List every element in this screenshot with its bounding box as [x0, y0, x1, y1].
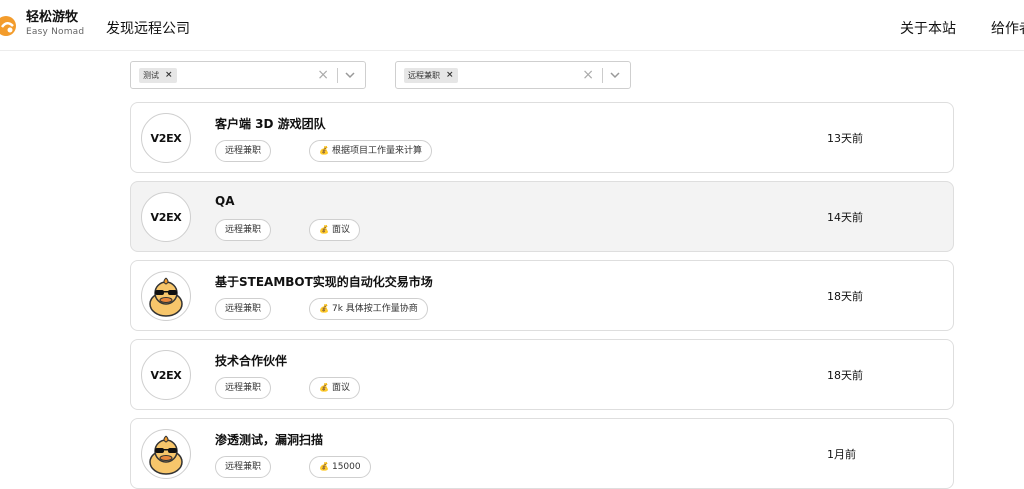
nav-discover-companies[interactable]: 发现远程公司: [106, 18, 190, 38]
clear-icon[interactable]: ×: [582, 67, 594, 83]
filter-chip: 远程兼职 ×: [404, 68, 458, 83]
salary-text: 7k 具体按工作量协商: [331, 304, 418, 314]
posted-time: 18天前: [827, 290, 863, 303]
job-card[interactable]: 基于STEAMBOT实现的自动化交易市场 远程兼职 💰 7k 具体按工作量协商 1…: [130, 260, 954, 331]
salary-text: 面议: [331, 225, 350, 235]
money-bag-icon: 💰: [319, 225, 329, 234]
brand-title: 轻松游牧: [26, 10, 79, 25]
salary-text: 15000: [331, 462, 361, 472]
v2ex-logo: V2EX: [150, 210, 182, 224]
filter-chip-label: 远程兼职: [408, 71, 440, 80]
job-title[interactable]: 基于STEAMBOT实现的自动化交易市场: [215, 273, 433, 290]
company-avatar: V2EX: [141, 350, 191, 400]
job-type-tag: 远程兼职: [215, 219, 272, 241]
salary-text: 根据项目工作量来计算: [331, 146, 422, 156]
job-card[interactable]: V2EX 客户端 3D 游戏团队 远程兼职 💰 根据项目工作量来计算 13天前: [130, 102, 954, 173]
duck-avatar-icon: [149, 277, 183, 317]
salary-tag: 💰 面议: [309, 377, 360, 399]
divider: [602, 68, 603, 83]
posted-time: 14天前: [827, 211, 863, 224]
divider: [337, 68, 338, 83]
job-title[interactable]: 渗透测试，漏洞扫描: [215, 431, 323, 448]
job-type-tag: 远程兼职: [215, 377, 272, 399]
salary-tag: 💰 15000: [309, 456, 371, 478]
company-avatar: [141, 271, 191, 321]
job-card[interactable]: V2EX 技术合作伙伴 远程兼职 💰 面议 18天前: [130, 339, 954, 410]
clear-icon[interactable]: ×: [317, 67, 329, 83]
job-card[interactable]: V2EX QA 远程兼职 💰 面议 14天前: [130, 181, 954, 252]
keyword-filter-select[interactable]: 测试 × ×: [130, 61, 366, 89]
job-title[interactable]: 客户端 3D 游戏团队: [215, 115, 326, 132]
job-type-filter-select[interactable]: 远程兼职 × ×: [395, 61, 631, 89]
top-header: 轻松游牧 Easy Nomad 发现远程公司 关于本站 给作者: [0, 0, 1024, 51]
filter-chip: 测试 ×: [139, 68, 177, 83]
v2ex-logo: V2EX: [150, 131, 182, 145]
job-type-tag: 远程兼职: [215, 298, 272, 320]
salary-tag: 💰 根据项目工作量来计算: [309, 140, 432, 162]
money-bag-icon: 💰: [319, 383, 329, 392]
job-title[interactable]: 技术合作伙伴: [215, 352, 287, 369]
job-type-tag: 远程兼职: [215, 140, 272, 162]
job-type-tag: 远程兼职: [215, 456, 272, 478]
company-avatar: [141, 429, 191, 479]
filter-chip-label: 测试: [143, 71, 159, 80]
duck-avatar-icon: [149, 435, 183, 475]
salary-text: 面议: [331, 383, 350, 393]
money-bag-icon: 💰: [319, 462, 329, 471]
salary-tag: 💰 面议: [309, 219, 360, 241]
brand[interactable]: 轻松游牧 Easy Nomad: [26, 10, 84, 38]
company-avatar: V2EX: [141, 113, 191, 163]
salary-tag: 💰 7k 具体按工作量协商: [309, 298, 428, 320]
money-bag-icon: 💰: [319, 304, 329, 313]
nav-write-author[interactable]: 给作者: [991, 18, 1024, 38]
chip-remove-icon[interactable]: ×: [165, 68, 173, 83]
money-bag-icon: 💰: [319, 146, 329, 155]
job-card[interactable]: 渗透测试，漏洞扫描 远程兼职 💰 15000 1月前: [130, 418, 954, 489]
job-title[interactable]: QA: [215, 194, 235, 208]
v2ex-logo: V2EX: [150, 368, 182, 382]
chevron-down-icon[interactable]: [608, 67, 622, 83]
company-avatar: V2EX: [141, 192, 191, 242]
chip-remove-icon[interactable]: ×: [446, 68, 454, 83]
posted-time: 13天前: [827, 132, 863, 145]
brand-logo-icon[interactable]: [0, 14, 20, 38]
brand-subtitle: Easy Nomad: [26, 27, 85, 37]
nav-about[interactable]: 关于本站: [900, 18, 956, 38]
posted-time: 18天前: [827, 369, 863, 382]
posted-time: 1月前: [827, 448, 856, 461]
chevron-down-icon[interactable]: [343, 67, 357, 83]
